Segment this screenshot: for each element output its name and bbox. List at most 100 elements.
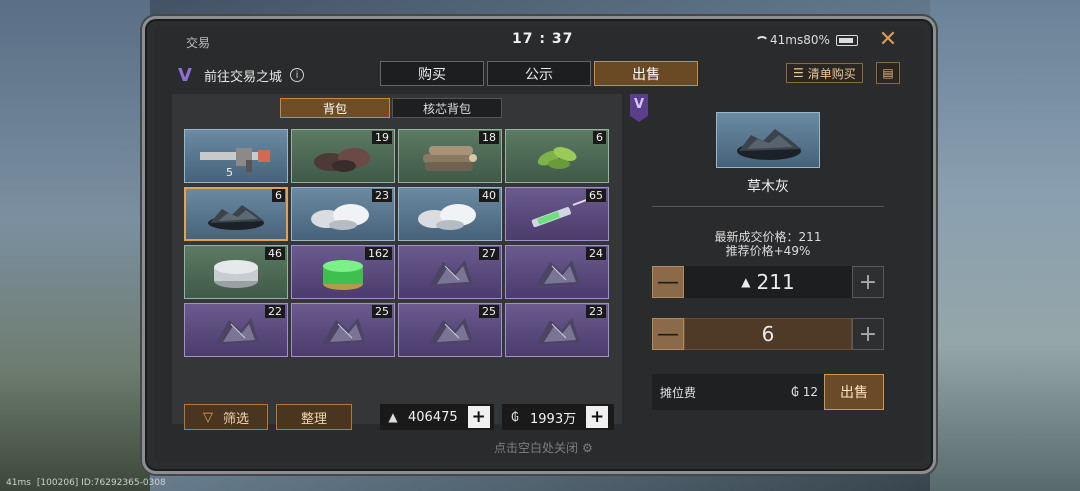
inventory-slot[interactable]: 23 [505,303,609,357]
inventory-slot[interactable]: 18 [398,129,502,183]
item-name: 草木灰 [747,179,789,195]
item-quantity: 162 [365,247,392,260]
sell-button[interactable]: 出售 [824,374,884,410]
coin-currency-icon: ₲ [511,410,519,424]
price-decrease-button[interactable]: — [652,266,684,298]
item-quantity: 40 [479,189,499,202]
close-hint[interactable]: 点击空白处关闭 ⚙ [494,439,593,456]
fee-value: 12 [802,385,818,399]
currency-a: ▲ 406475 + [380,404,494,430]
clock: 17 : 37 [512,31,574,47]
trade-panel: 交易 17 : 37 41ms80% ✕ V 前往交易之城 i 购买 公示 出售… [154,26,924,462]
inventory-slot[interactable]: 23 [291,187,395,241]
item-quantity: 46 [265,247,285,260]
list-buy-label: 清单购买 [807,66,856,81]
inventory-slot[interactable]: 40 [398,187,502,241]
inventory-slot[interactable]: 6 [184,187,288,241]
crystal-pile-icon [415,312,485,354]
quantity-stepper: — 6 + [652,318,884,350]
quantity-field[interactable]: 6 [684,318,852,350]
item-quantity: 23 [586,305,606,318]
footer-ping: 41ms [6,478,31,488]
item-quantity: 27 [479,247,499,260]
quantity-decrease-button[interactable]: — [652,318,684,350]
price-value: 211 [756,270,795,294]
item-quantity: 19 [372,131,392,144]
inventory-panel: 背包 核芯背包 5 19 18 6 6 23 40 65 46 162 27 24 22 25 25 23 ▽… [172,94,622,430]
close-icon[interactable]: ✕ [876,29,900,53]
crystal-pile-icon [522,254,592,296]
price-field[interactable]: ▲ 211 [684,266,852,298]
item-quantity: 24 [586,247,606,260]
top-bar: 交易 17 : 37 41ms80% ✕ [154,26,924,56]
item-quantity: 25 [479,305,499,318]
ash-icon [196,197,276,237]
background-left [0,0,150,491]
item-quantity: 5 [226,166,233,179]
inventory-slot[interactable]: 25 [398,303,502,357]
quantity-increase-button[interactable]: + [852,318,884,350]
inventory-slot[interactable]: 6 [505,129,609,183]
item-quantity: 23 [372,189,392,202]
filter-chevron-icon: ▽ [202,409,213,425]
tab-public[interactable]: 公示 [487,61,591,86]
crystal-pile-icon [522,312,592,354]
wifi-icon [754,35,769,45]
item-quantity: 18 [479,131,499,144]
fee-amount: ₲ 12 [791,385,818,399]
crystal-pile-icon [308,312,378,354]
item-quantity: 22 [265,305,285,318]
inventory-slot[interactable]: 25 [291,303,395,357]
sell-panel: 草木灰 最新成交价格：211 推荐价格+49% — ▲ 211 + — 6 + … [652,94,902,424]
main-tabs: 购买 公示 出售 [380,61,698,86]
footer: 41ms [100206] ID:76292365-0308 [6,478,166,488]
ash-icon [737,129,801,160]
trade-city-link[interactable]: V 前往交易之城 i [174,64,305,86]
add-currency-b-button[interactable]: + [586,406,609,428]
status-indicators: 41ms80% [754,33,858,47]
inventory-slot[interactable]: 22 [184,303,288,357]
inventory-slot[interactable]: 24 [505,245,609,299]
close-hint-label: 点击空白处关闭 [494,441,579,455]
filter-button[interactable]: ▽ 筛选 [184,404,268,430]
list-icon: ☰ [793,66,804,80]
price-info: 最新成交价格：211 推荐价格+49% [652,230,884,258]
item-quantity: 6 [272,189,285,202]
info-icon[interactable]: i [290,68,305,82]
inventory-subtabs: 背包 核芯背包 [280,98,502,118]
price-increase-button[interactable]: + [852,266,884,298]
inventory-slot[interactable]: 162 [291,245,395,299]
inventory-slot[interactable]: 46 [184,245,288,299]
currency-a-value: 406475 [408,409,458,425]
clipboard-icon: ▤ [882,66,894,80]
price-stepper: — ▲ 211 + [652,266,884,298]
add-currency-a-button[interactable]: + [467,406,490,428]
list-buy-button[interactable]: ☰ 清单购买 [786,63,863,83]
notes-button[interactable]: ▤ [876,62,900,84]
background-right [930,0,1080,491]
sort-button[interactable]: 整理 [276,404,352,430]
subtab-backpack[interactable]: 背包 [280,98,390,118]
subtab-core-backpack[interactable]: 核芯背包 [392,98,502,118]
header-row: V 前往交易之城 i 购买 公示 出售 ☰ 清单购买 ▤ [154,60,924,92]
inventory-slot[interactable]: 5 [184,129,288,183]
tab-sell[interactable]: 出售 [594,61,698,86]
crystal-currency-icon: ▲ [741,275,751,289]
battery-icon [835,34,858,46]
logs-icon [415,140,485,178]
footer-session: [100206] ID:76292365-0308 [36,478,166,488]
inventory-slot[interactable]: 65 [505,187,609,241]
filter-label: 筛选 [222,411,249,427]
leaf-icon [527,140,587,178]
syringe-icon [517,197,597,237]
recommended-price: 推荐价格+49% [725,244,811,258]
crystal-currency-icon: ▲ [388,410,398,424]
fee-label: 摊位费 [660,385,697,400]
divider [652,206,884,207]
fee-row: 摊位费 ₲ 12 出售 [652,374,884,410]
tab-buy[interactable]: 购买 [380,61,484,86]
inventory-slot[interactable]: 19 [291,129,395,183]
item-quantity: 6 [593,131,606,144]
inventory-slot[interactable]: 27 [398,245,502,299]
currency-b: ₲ 1993万 + [502,404,614,430]
